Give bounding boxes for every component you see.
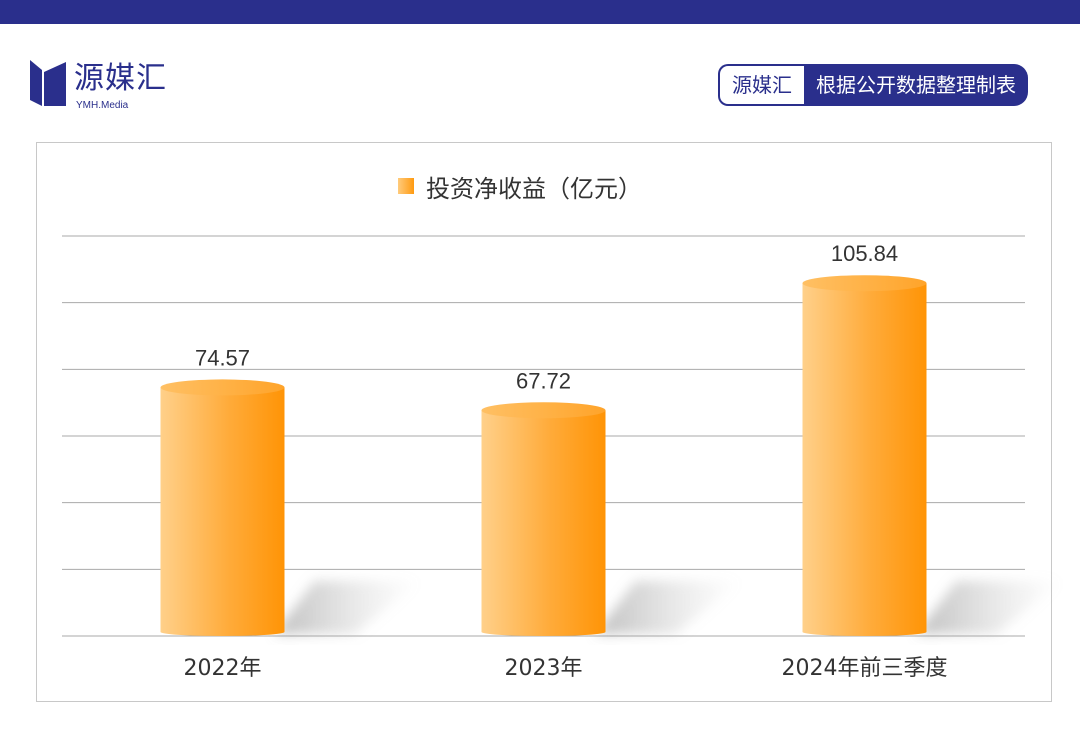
bar-cap [481, 402, 606, 419]
data-label: 67.72 [516, 368, 571, 393]
data-label: 105.84 [831, 241, 898, 266]
bar-shadow [916, 581, 1062, 634]
bar-chart: 74.57 2022年 67.72 2023年 105.84 2024年前三季度 [62, 235, 1062, 681]
bar-2024年前三季度 [802, 283, 927, 636]
category-label: 2024年前三季度 [782, 656, 948, 681]
bar-2023年 [481, 410, 606, 636]
category-label: 2022年 [184, 656, 262, 681]
bar-cap [160, 379, 285, 396]
bar-shadow [274, 581, 420, 634]
data-label: 74.57 [195, 345, 250, 370]
bar-shadow [595, 581, 741, 634]
category-label: 2023年 [505, 656, 583, 681]
bar-cap [802, 275, 927, 292]
bar-2022年 [160, 387, 285, 636]
